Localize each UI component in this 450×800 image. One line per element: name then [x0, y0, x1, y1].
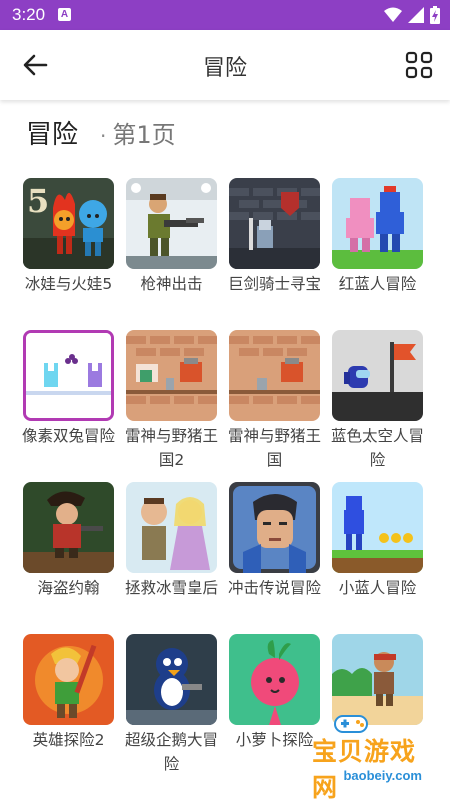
game-thumbnail-legend[interactable]	[229, 482, 320, 573]
battery-icon	[430, 6, 440, 24]
game-card[interactable]: 冲击传说冒险	[223, 480, 326, 632]
game-name[interactable]: 蓝色太空人冒险	[328, 424, 428, 472]
game-name[interactable]: 雷神与野猪王国	[225, 424, 325, 472]
watermark-text: 宝贝游戏网	[312, 737, 417, 800]
section-heading: 冒险 · 第1页	[26, 114, 176, 154]
game-name[interactable]: 巨剑骑士寻宝	[225, 272, 325, 296]
game-name[interactable]: 超级企鹅大冒险	[122, 728, 222, 776]
game-thumbnail-red-blue[interactable]	[332, 178, 423, 269]
app-bar: 冒险	[0, 30, 450, 100]
game-thumbnail-hero-explore[interactable]	[23, 634, 114, 725]
game-card[interactable]: 雷神与野猪王国	[223, 328, 326, 480]
game-card[interactable]: 枪神出击	[120, 176, 223, 328]
game-name[interactable]: 冰娃与火娃5	[19, 272, 119, 296]
game-name[interactable]: 小萝卜探险	[225, 728, 325, 752]
game-card[interactable]: 像素双兔冒险	[17, 328, 120, 480]
game-card[interactable]: 巨剑骑士寻宝	[223, 176, 326, 328]
game-thumbnail-little-blue[interactable]	[332, 482, 423, 573]
game-thumbnail-gun-soldier[interactable]	[126, 178, 217, 269]
game-card[interactable]: 雷神与野猪王国2	[120, 328, 223, 480]
game-card[interactable]: 英雄探险2	[17, 632, 120, 784]
game-name[interactable]: 英雄探险2	[19, 728, 119, 752]
status-bar: 3:20 A	[0, 0, 450, 30]
game-name[interactable]: 红蓝人冒险	[328, 272, 428, 296]
game-thumbnail-thor-boar[interactable]	[229, 330, 320, 421]
category-grid-icon[interactable]	[404, 50, 434, 80]
game-thumbnail-blue-astronaut[interactable]	[332, 330, 423, 421]
game-name[interactable]: 小蓝人冒险	[328, 576, 428, 600]
site-watermark: 宝贝游戏网 baobeiy.com	[312, 712, 440, 800]
game-thumbnail-fire-water[interactable]: 5	[23, 178, 114, 269]
game-thumbnail-radish[interactable]	[229, 634, 320, 725]
watermark-url: baobeiy.com	[343, 768, 422, 783]
game-card[interactable]: 红蓝人冒险	[326, 176, 429, 328]
game-card[interactable]: 5 冰娃与火娃5	[17, 176, 120, 328]
game-grid: 5 冰娃与火娃5 枪神出击 巨剑骑士寻宝 红蓝人冒险 像素双兔冒险 雷神与野猪王…	[17, 176, 437, 784]
wifi-icon	[384, 7, 402, 22]
game-name[interactable]: 枪神出击	[122, 272, 222, 296]
page-title: 冒险	[202, 56, 247, 81]
game-card[interactable]: 超级企鹅大冒险	[120, 632, 223, 784]
game-thumbnail-ice-queen[interactable]	[126, 482, 217, 573]
game-card[interactable]: 蓝色太空人冒险	[326, 328, 429, 480]
section-separator: ·	[100, 124, 107, 148]
game-name[interactable]: 雷神与野猪王国2	[122, 424, 222, 472]
game-thumbnail-knight[interactable]	[229, 178, 320, 269]
game-thumbnail-penguin[interactable]	[126, 634, 217, 725]
game-name[interactable]: 像素双兔冒险	[19, 424, 119, 448]
game-thumbnail-pixel-rabbits[interactable]	[23, 330, 114, 421]
status-icons	[384, 6, 440, 24]
game-card[interactable]: 拯救冰雪皇后	[120, 480, 223, 632]
game-thumbnail-thor-boar-2[interactable]	[126, 330, 217, 421]
game-card[interactable]: 小萝卜探险	[223, 632, 326, 784]
status-time: 3:20	[12, 5, 46, 24]
page-indicator: 第1页	[112, 121, 176, 149]
svg-text:5: 5	[27, 182, 49, 220]
game-name[interactable]: 冲击传说冒险	[225, 576, 325, 600]
signal-icon	[408, 7, 424, 23]
game-thumbnail-pirate[interactable]	[23, 482, 114, 573]
section-title: 冒险	[26, 120, 79, 150]
game-card[interactable]: 小蓝人冒险	[326, 480, 429, 632]
notification-icon: A	[58, 8, 71, 21]
game-name[interactable]: 拯救冰雪皇后	[122, 576, 222, 600]
game-card[interactable]: 海盗约翰	[17, 480, 120, 632]
game-name[interactable]: 海盗约翰	[19, 576, 119, 600]
